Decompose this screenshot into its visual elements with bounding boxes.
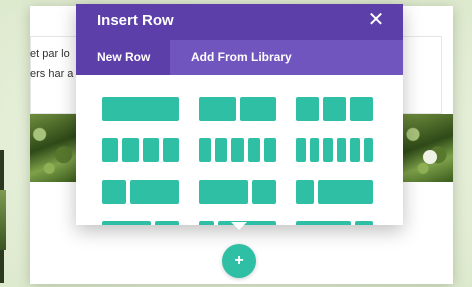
layout-column: [296, 221, 351, 225]
layout-column: [296, 97, 319, 121]
tab-new-row[interactable]: New Row: [76, 40, 170, 75]
layout-column: [323, 97, 346, 121]
layout-column: [102, 97, 179, 121]
add-row-button[interactable]: +: [222, 244, 256, 278]
layout-column: [354, 221, 373, 225]
modal-title: Insert Row: [97, 12, 174, 29]
layout-column: [296, 180, 315, 204]
garden-image-right: [403, 114, 453, 182]
layout-6-col[interactable]: [296, 138, 373, 162]
layout-column: [323, 138, 333, 162]
garden-image-left: [30, 114, 78, 182]
layout-column: [142, 138, 159, 162]
close-icon[interactable]: ✕: [365, 9, 387, 31]
layout-column: [251, 180, 276, 204]
layout-column: [130, 180, 179, 204]
layout-column: [231, 138, 244, 162]
layout-2-col[interactable]: [199, 97, 276, 121]
row-layout-grid: [76, 75, 403, 225]
layout-partial-a[interactable]: [102, 221, 179, 225]
modal-header: Insert Row ✕: [76, 4, 403, 40]
layout-3-col[interactable]: [296, 97, 373, 121]
layout-column: [215, 138, 228, 162]
layout-column: [154, 221, 179, 225]
layout-column: [199, 221, 214, 225]
layout-partial-c[interactable]: [296, 221, 373, 225]
layout-column: [309, 138, 319, 162]
layout-1-4-3-4[interactable]: [296, 180, 373, 204]
modal-pointer: [231, 222, 247, 230]
layout-column: [336, 138, 346, 162]
layout-4-col[interactable]: [102, 138, 179, 162]
layout-column: [199, 97, 236, 121]
layout-column: [162, 138, 179, 162]
left-edge-photo: [0, 190, 6, 250]
plus-icon: +: [234, 252, 244, 269]
layout-column: [263, 138, 276, 162]
layout-column: [122, 138, 139, 162]
layout-5-col[interactable]: [199, 138, 276, 162]
layout-1-col[interactable]: [102, 97, 179, 121]
layout-column: [199, 138, 212, 162]
layout-column: [318, 180, 373, 204]
layout-column: [199, 180, 248, 204]
layout-column: [296, 138, 306, 162]
layout-column: [350, 138, 360, 162]
layout-column: [350, 97, 373, 121]
layout-column: [363, 138, 373, 162]
layout-column: [102, 180, 127, 204]
layout-column: [102, 221, 151, 225]
layout-2-3-1-3[interactable]: [199, 180, 276, 204]
tab-add-from-library[interactable]: Add From Library: [170, 40, 313, 75]
layout-1-3-2-3[interactable]: [102, 180, 179, 204]
layout-column: [102, 138, 119, 162]
insert-row-modal: Insert Row ✕ New Row Add From Library: [76, 4, 403, 225]
layout-column: [239, 97, 276, 121]
layout-column: [247, 138, 260, 162]
modal-tabs: New Row Add From Library: [76, 40, 403, 75]
